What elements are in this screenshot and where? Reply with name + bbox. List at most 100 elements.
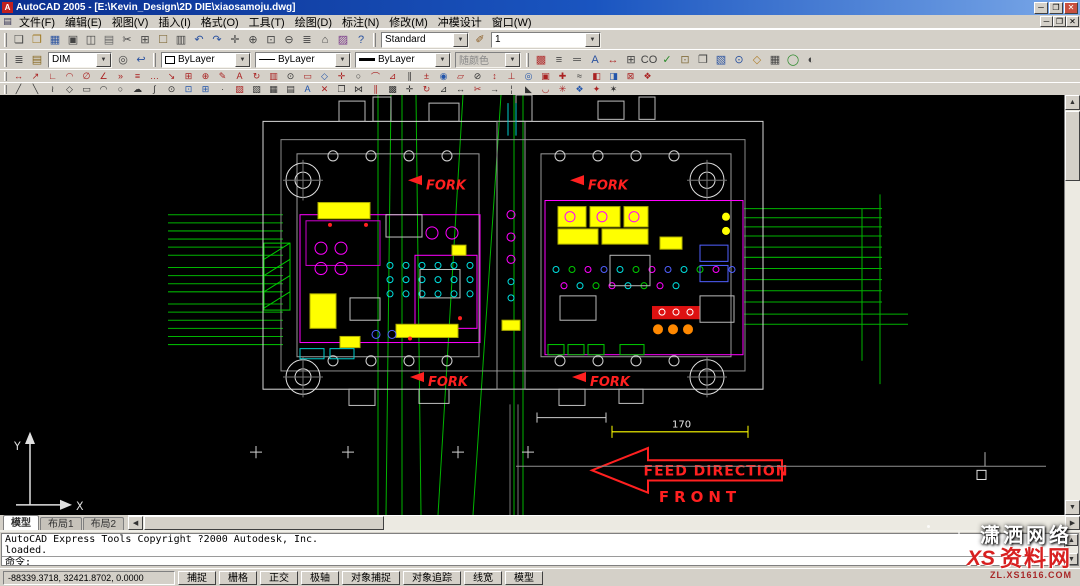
osnap-settings-icon[interactable]: ◇	[748, 51, 766, 68]
make-block-icon[interactable]: ⊞	[197, 83, 214, 95]
stretch-icon[interactable]: ↔	[452, 83, 469, 95]
center-mark-icon[interactable]: ⊕	[197, 70, 214, 82]
properties-icon[interactable]: ≣	[298, 31, 316, 48]
revision-cloud-icon[interactable]: ☁	[129, 83, 146, 95]
linetype-combo[interactable]: ByLayer ▼	[255, 52, 351, 68]
linetype-manager-icon[interactable]: ≡	[550, 51, 568, 68]
otrack-toggle-button[interactable]: 对象追踪	[403, 571, 461, 585]
named-views-icon[interactable]: ▦	[766, 51, 784, 68]
layer-states-icon[interactable]: ▤	[28, 51, 46, 68]
dim-continue-icon[interactable]: …	[146, 70, 163, 82]
hatch-icon[interactable]: ▨	[231, 83, 248, 95]
open-icon[interactable]: ❐	[28, 31, 46, 48]
toolbar-grip[interactable]	[153, 53, 156, 67]
die-design-tool-icon[interactable]: ▭	[299, 70, 316, 82]
die-design-tool-icon[interactable]: ◉	[435, 70, 452, 82]
array-icon[interactable]: ▩	[384, 83, 401, 95]
dim-radius-icon[interactable]: ◠	[61, 70, 78, 82]
toolbar-grip[interactable]	[4, 33, 7, 47]
die-design-tool-icon[interactable]: ◨	[605, 70, 622, 82]
dim-linear-icon[interactable]: ↔	[10, 70, 27, 82]
line-icon[interactable]: ╱	[10, 83, 27, 95]
dim-diameter-icon[interactable]: ∅	[78, 70, 95, 82]
construction-line-icon[interactable]: ╲	[27, 83, 44, 95]
tool-palettes-icon[interactable]: ▨	[334, 31, 352, 48]
table-icon[interactable]: ▤	[282, 83, 299, 95]
minimize-button[interactable]: ─	[1034, 2, 1048, 14]
toolbar-grip[interactable]	[4, 53, 7, 67]
dim-text-edit-icon[interactable]: A	[231, 70, 248, 82]
text-style-combo[interactable]: Standard ▼	[381, 32, 469, 48]
hyperlink-icon[interactable]: ⊙	[730, 51, 748, 68]
doc-minimize-button[interactable]: ─	[1040, 16, 1053, 27]
lineweight-combo[interactable]: ByLayer ▼	[355, 52, 451, 68]
zoom-realtime-icon[interactable]: ⊕	[244, 31, 262, 48]
snap-toggle-button[interactable]: 捕捉	[178, 571, 216, 585]
scroll-down-icon[interactable]: ▼	[1065, 500, 1080, 515]
explode-icon[interactable]: ✳	[554, 83, 571, 95]
die-design-tool-icon[interactable]: ✶	[605, 83, 622, 95]
die-design-tool-icon[interactable]: ◇	[316, 70, 333, 82]
ellipse-icon[interactable]: ⊙	[163, 83, 180, 95]
die-design-tool-icon[interactable]: ⊠	[622, 70, 639, 82]
text-style-icon[interactable]: A	[586, 51, 604, 68]
arc-icon[interactable]: ◠	[95, 83, 112, 95]
menu-edit[interactable]: 编辑(E)	[60, 14, 107, 30]
help-icon[interactable]: ?	[352, 31, 370, 48]
mirror-icon[interactable]: ⋈	[350, 83, 367, 95]
osnap-toggle-button[interactable]: 对象捕捉	[342, 571, 400, 585]
polyline-icon[interactable]: ≀	[44, 83, 61, 95]
scroll-down-icon[interactable]: ▼	[1065, 553, 1078, 565]
lineweight-toggle-button[interactable]: 线宽	[464, 571, 502, 585]
toolbar-grip[interactable]	[373, 33, 376, 47]
die-design-tool-icon[interactable]: ±	[418, 70, 435, 82]
die-design-tool-icon[interactable]: ▣	[537, 70, 554, 82]
toolbar-grip[interactable]	[4, 85, 7, 94]
zoom-previous-icon[interactable]: ⊖	[280, 31, 298, 48]
break-icon[interactable]: ¦	[503, 83, 520, 95]
plot-icon[interactable]: ▣	[64, 31, 82, 48]
tolerance-icon[interactable]: ⊞	[180, 70, 197, 82]
quick-leader-icon[interactable]: ↘	[163, 70, 180, 82]
die-design-tool-icon[interactable]: ◧	[588, 70, 605, 82]
chevron-down-icon[interactable]: ▼	[235, 53, 250, 67]
table-style-icon[interactable]: ⊞	[622, 51, 640, 68]
menu-modify[interactable]: 修改(M)	[384, 14, 433, 30]
horizontal-scrollbar[interactable]: ◀ ▶	[128, 515, 1080, 530]
toolbar-grip[interactable]	[526, 53, 529, 67]
die-design-tool-icon[interactable]: ⊿	[384, 70, 401, 82]
copy-icon[interactable]: ⊞	[136, 31, 154, 48]
dim-baseline-icon[interactable]: ≡	[129, 70, 146, 82]
qnew-icon[interactable]: ❏	[10, 31, 28, 48]
copy-object-icon[interactable]: ❐	[333, 83, 350, 95]
spline-icon[interactable]: ∫	[146, 83, 163, 95]
scroll-right-icon[interactable]: ▶	[1065, 516, 1080, 530]
rotate-icon[interactable]: ↻	[418, 83, 435, 95]
scroll-up-icon[interactable]: ▲	[1065, 95, 1080, 110]
chevron-down-icon[interactable]: ▼	[585, 33, 600, 47]
vertical-scrollbar[interactable]: ▲ ▼	[1064, 95, 1080, 515]
dim-style-icon[interactable]: ▥	[265, 70, 282, 82]
dim-edit-icon[interactable]: ✎	[214, 70, 231, 82]
scale-icon[interactable]: ⊿	[435, 83, 452, 95]
menu-draw[interactable]: 绘图(D)	[290, 14, 337, 30]
quick-dimension-icon[interactable]: »	[112, 70, 129, 82]
tab-layout1[interactable]: 布局1	[40, 517, 82, 530]
publish-icon[interactable]: ▤	[100, 31, 118, 48]
die-design-tool-icon[interactable]: ✦	[588, 83, 605, 95]
ortho-toggle-button[interactable]: 正交	[260, 571, 298, 585]
plot-preview-icon[interactable]: ◫	[82, 31, 100, 48]
menu-insert[interactable]: 插入(I)	[153, 14, 195, 30]
chevron-down-icon[interactable]: ▼	[96, 53, 111, 67]
die-design-tool-icon[interactable]: ▱	[452, 70, 469, 82]
layer-previous-icon[interactable]: ↩	[132, 51, 150, 68]
paste-icon[interactable]: ☐	[154, 31, 172, 48]
menu-format[interactable]: 格式(O)	[196, 14, 244, 30]
dim-aligned-icon[interactable]: ↗	[27, 70, 44, 82]
erase-icon[interactable]: ✕	[316, 83, 333, 95]
die-design-tool-icon[interactable]: ⌒	[367, 70, 384, 82]
command-prompt-input[interactable]: 命令:	[2, 556, 1064, 566]
menu-file[interactable]: 文件(F)	[14, 14, 60, 30]
die-design-tool-icon[interactable]: ❖	[571, 83, 588, 95]
doc-restore-button[interactable]: ❐	[1053, 16, 1066, 27]
